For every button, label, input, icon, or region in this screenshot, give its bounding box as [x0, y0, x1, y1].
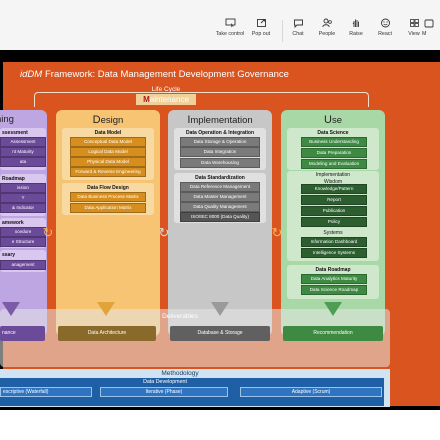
implementation-box: Data Reference Management [180, 182, 260, 192]
cycle-arrow-icon: ↻ [271, 225, 283, 240]
take-control-label: Take control [215, 31, 245, 37]
use-box: Knowledge/Pattern [301, 184, 367, 194]
take-control-icon [225, 18, 236, 28]
planning-box: e Structure [0, 237, 46, 247]
bottom-area [0, 410, 440, 440]
use-box: Publication [301, 206, 367, 216]
design-box: Data Business Process Matrix [70, 192, 146, 202]
arrow-down-icon [211, 302, 229, 316]
deliverable-database-storage: Database & Storage [170, 326, 270, 341]
react-label: React [378, 31, 392, 37]
design-box: Logical Data Model [70, 147, 146, 157]
planning-box: & Indicator [0, 203, 46, 213]
planning-box: ission [0, 183, 46, 193]
implementation-title: Implementation [168, 114, 272, 126]
use-box: Information Dashboard [301, 237, 367, 247]
design-title-rest: esign [100, 115, 124, 126]
design-box: Conceptual Data Model [70, 137, 146, 147]
methodology-iterative: Iterative (Phase) [100, 387, 228, 397]
design-box: Physical Data Model [70, 157, 146, 167]
implementation-box: Data Storage & Operation [180, 137, 260, 147]
planning-heading: Roadmap [2, 176, 25, 182]
data-science-heading: Data Science [317, 130, 349, 136]
methodology-adaptive: Adaptive (Scrum) [240, 387, 382, 397]
implementation-box: ISO/IEC 8000 (Data Quality) [180, 212, 260, 222]
use-title: Use [281, 114, 385, 126]
raise-hand-label: Raise [349, 31, 363, 37]
arrow-down-icon [324, 302, 342, 316]
data-standardization-heading: Data Standardization [195, 175, 245, 181]
lifecycle-label: Life Cycle [151, 86, 181, 93]
data-flow-heading: Data Flow Design [87, 185, 129, 191]
systems-heading: Systems [323, 230, 343, 236]
data-development-label: Data Development [143, 379, 187, 385]
more-label: M [422, 31, 427, 37]
slide-title-text: Framework: Data Management Development G… [45, 69, 289, 80]
raise-hand-icon [351, 18, 362, 28]
methodology-waterfall: escriptive (Waterfall) [0, 387, 92, 397]
design-title-initial: D [92, 114, 101, 126]
brand-logo: idDM [20, 69, 43, 80]
use-box: Policy [301, 217, 367, 227]
use-box: Modeling and Evaluation [301, 159, 367, 169]
planning-box: Y [0, 193, 46, 203]
implementation-box: Data Warehousing [180, 158, 260, 168]
maintenance-initial: M [143, 95, 150, 104]
planning-heading: ssary [2, 252, 16, 258]
use-box: Data Preparation [301, 148, 367, 158]
implementation-sub-heading: Implementation [315, 172, 351, 178]
planning-box: anagement [0, 260, 46, 270]
planning-box: Assessment [0, 137, 46, 147]
data-model-heading: Data Model [94, 130, 122, 136]
deliverables-label: Deliverables [162, 313, 198, 320]
react-icon [380, 18, 391, 28]
use-title-initial: U [324, 114, 332, 126]
arrow-down-icon [97, 302, 115, 316]
arrow-down-icon [2, 302, 20, 316]
pop-out-button[interactable]: Pop out [243, 18, 279, 37]
view-icon [409, 18, 420, 28]
more-icon [424, 18, 435, 28]
planning-box: nt Maturity [0, 147, 46, 157]
deliverable-data-architecture: Data Architecture [58, 326, 156, 341]
more-button[interactable]: M [422, 18, 440, 37]
people-icon [321, 18, 333, 28]
implementation-box: Data Integration [180, 147, 260, 157]
implementation-box: Data Master Management [180, 192, 260, 202]
cycle-arrow-icon: ↻ [158, 225, 170, 240]
design-title: Design [56, 114, 160, 126]
planning-box: ata [0, 157, 46, 167]
use-box: Data Science Roadmap [301, 285, 367, 295]
pop-out-icon [256, 18, 267, 28]
use-box: Intelligence Systems [301, 248, 367, 258]
maintenance-rest: aintenance [149, 95, 189, 104]
deliverable-recommendation: Recommendation [283, 326, 383, 341]
view-label: View [408, 31, 420, 37]
planning-box: ocedure [0, 227, 46, 237]
maintenance-label: Maintenance [136, 94, 196, 105]
meeting-toolbar: Take control Pop out Chat People Raise R… [0, 0, 440, 51]
implementation-title-rest: mplementation [190, 115, 253, 126]
pop-out-label: Pop out [251, 31, 271, 37]
deliverable-governance: nance [0, 326, 45, 341]
chat-label: Chat [292, 31, 304, 37]
implementation-box: Data Quality Management [180, 202, 260, 212]
cycle-arrow-icon: ↻ [42, 225, 54, 240]
use-box: Business Understanding [301, 137, 367, 147]
chat-icon [293, 18, 304, 28]
use-box: Report [301, 195, 367, 205]
slide-title: idDM Framework: Data Management Developm… [0, 67, 440, 83]
data-roadmap-heading: Data Roadmap [315, 267, 351, 273]
people-label: People [318, 31, 336, 37]
lifecycle-loop-line [34, 92, 369, 107]
design-box: Data Application Matrix [70, 203, 146, 213]
design-box: Forward & Reverse Engineering [70, 167, 146, 177]
data-operation-heading: Data Operation & Integration [185, 130, 255, 136]
planning-title: ning [0, 114, 14, 125]
use-box: Data Analytics Maturity [301, 274, 367, 284]
planning-heading: ssessment [2, 130, 28, 136]
use-title-rest: se [331, 115, 342, 126]
methodology-label: Methodology [161, 370, 199, 377]
